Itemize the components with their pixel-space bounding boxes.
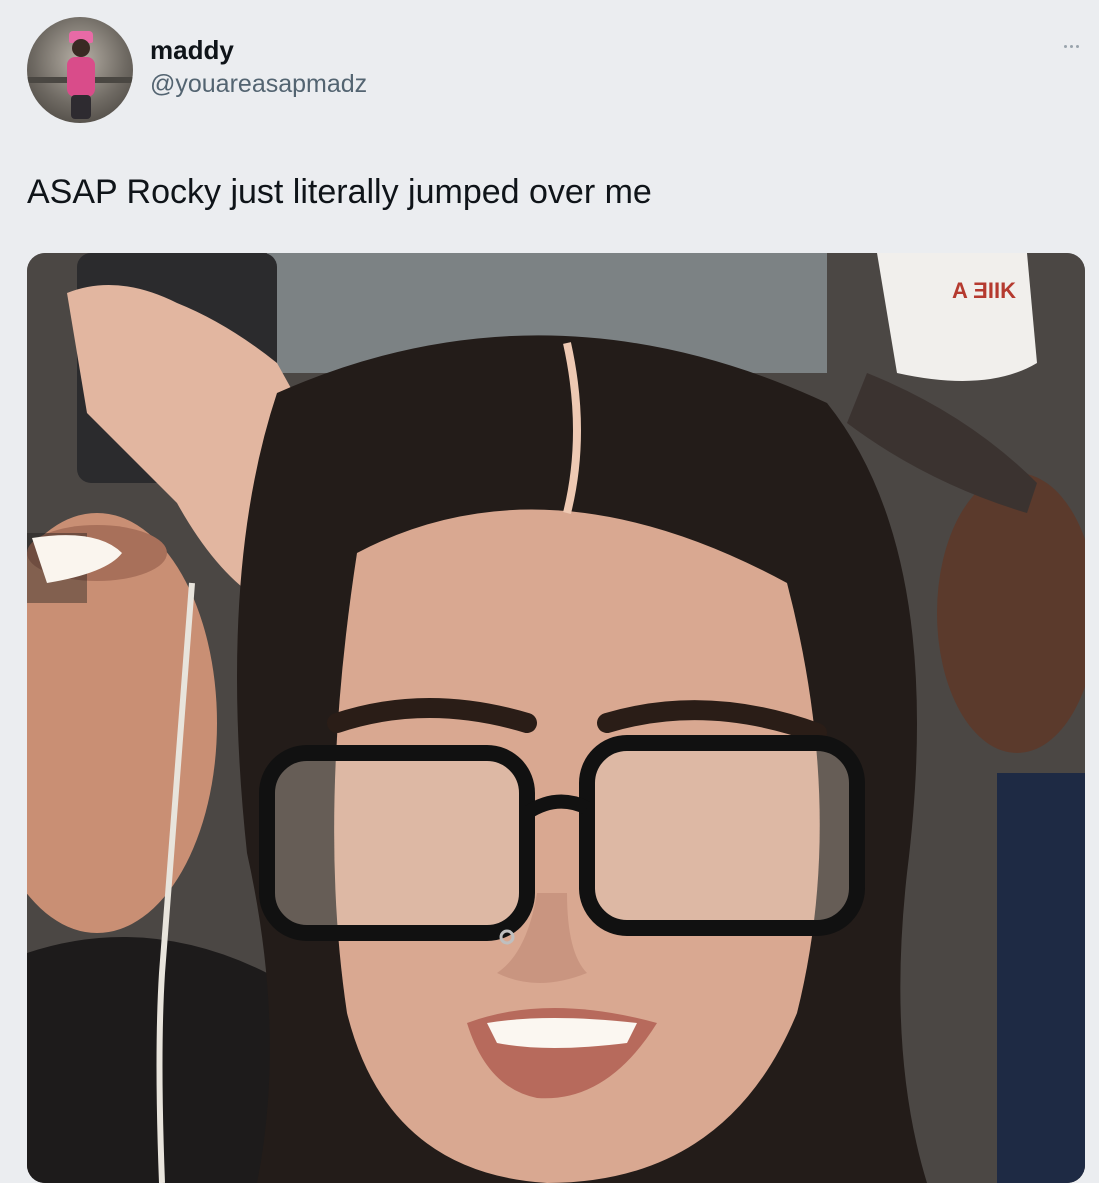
tweet-card: maddy @youareasapmadz ASAP Rocky just li… — [0, 0, 1099, 1183]
cap-logo-text: A ƎƖIK — [952, 278, 1016, 303]
photo-illustration: A ƎƖIK — [27, 253, 1085, 1183]
right-person-shirt — [997, 773, 1085, 1183]
tweet-text: ASAP Rocky just literally jumped over me — [27, 173, 652, 211]
subject-teeth — [487, 1018, 637, 1048]
more-dot — [1063, 44, 1067, 48]
author-handle[interactable]: @youareasapmadz — [150, 68, 367, 100]
more-icon[interactable] — [1054, 35, 1088, 57]
glasses-left-lens — [259, 745, 535, 941]
more-dot — [1075, 44, 1079, 48]
white-cap — [877, 253, 1037, 381]
glasses-right-lens — [579, 735, 865, 936]
avatar-figure-legs — [71, 95, 91, 119]
avatar-figure-body — [67, 57, 95, 97]
avatar-figure-head — [72, 39, 90, 57]
author-info: maddy @youareasapmadz — [150, 34, 367, 100]
author-display-name[interactable]: maddy — [150, 34, 367, 66]
tweet-photo[interactable]: A ƎƖIK — [27, 253, 1085, 1183]
author-avatar[interactable] — [27, 17, 133, 123]
more-dot — [1069, 44, 1073, 48]
